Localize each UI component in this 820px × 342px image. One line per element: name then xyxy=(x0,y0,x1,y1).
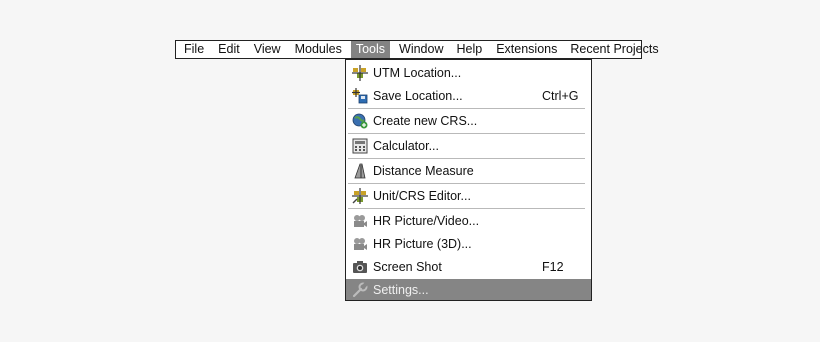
menu-item-hr-picture-video[interactable]: HR Picture/Video... xyxy=(346,210,591,232)
save-location-icon xyxy=(352,88,368,104)
wrench-icon xyxy=(352,282,368,298)
menu-item-label: Screen Shot xyxy=(373,260,442,274)
menu-item-label: HR Picture (3D)... xyxy=(373,237,472,251)
menu-item-shortcut: Ctrl+G xyxy=(542,89,579,103)
menu-separator xyxy=(348,108,585,109)
menu-item-distance-measure[interactable]: Distance Measure xyxy=(346,160,591,182)
utm-location-icon xyxy=(352,65,368,81)
menu-file[interactable]: File xyxy=(183,41,205,58)
menu-item-create-new-crs[interactable]: Create new CRS... xyxy=(346,110,591,132)
unit-editor-icon xyxy=(352,188,368,204)
menu-separator xyxy=(348,208,585,209)
menu-extensions[interactable]: Extensions xyxy=(495,41,558,58)
distance-measure-icon xyxy=(352,163,368,179)
globe-add-icon xyxy=(352,113,368,129)
menu-tools[interactable]: Tools xyxy=(350,41,391,58)
menu-item-unit-crs-editor[interactable]: Unit/CRS Editor... xyxy=(346,185,591,207)
menu-item-utm-location[interactable]: UTM Location... xyxy=(346,62,591,84)
menu-edit[interactable]: Edit xyxy=(217,41,241,58)
menu-item-hr-picture-3d[interactable]: HR Picture (3D)... xyxy=(346,233,591,255)
menu-view[interactable]: View xyxy=(253,41,282,58)
menu-item-save-location[interactable]: Save Location... Ctrl+G xyxy=(346,85,591,107)
menu-item-label: Settings... xyxy=(373,283,429,297)
menu-bar: File Edit View Modules Tools Window Help… xyxy=(175,40,659,59)
menu-separator xyxy=(348,158,585,159)
menu-separator xyxy=(348,183,585,184)
menu-item-label: Calculator... xyxy=(373,139,440,153)
menu-separator xyxy=(348,133,585,134)
menu-item-shortcut: F12 xyxy=(542,260,564,274)
calculator-icon xyxy=(352,138,368,154)
menu-item-label: Create new CRS... xyxy=(373,114,478,128)
menu-item-settings[interactable]: Settings... xyxy=(346,279,591,300)
menu-item-label: UTM Location... xyxy=(373,66,462,80)
menu-modules[interactable]: Modules xyxy=(294,41,343,58)
menu-item-label: HR Picture/Video... xyxy=(373,214,480,228)
menu-recent-projects[interactable]: Recent Projects xyxy=(569,41,659,58)
menu-item-label: Unit/CRS Editor... xyxy=(373,189,471,203)
camera-icon xyxy=(352,259,368,275)
menu-item-screen-shot[interactable]: Screen Shot F12 xyxy=(346,256,591,278)
menu-item-calculator[interactable]: Calculator... xyxy=(346,135,591,157)
menu-item-label: Distance Measure xyxy=(373,164,474,178)
menu-item-label: Save Location... xyxy=(373,89,463,103)
menu-help[interactable]: Help xyxy=(455,41,483,58)
video-camera-icon xyxy=(352,213,368,229)
menu-window[interactable]: Window xyxy=(398,41,444,58)
tools-dropdown-menu: UTM Location... Save Location... Ctrl+G xyxy=(345,59,592,301)
video-camera-3d-icon xyxy=(352,236,368,252)
